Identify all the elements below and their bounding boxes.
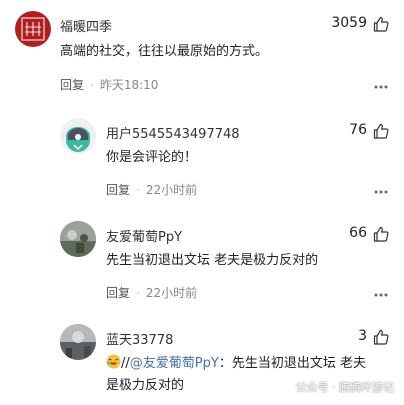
comment-text: 你是会评论的！ xyxy=(106,150,198,165)
reply-button[interactable]: 回复 xyxy=(60,78,84,92)
comment-meta: 回复 · 昨天18:10 xyxy=(60,76,158,93)
comment-author[interactable]: 福暖四季 xyxy=(60,16,112,35)
more-options-icon[interactable] xyxy=(374,293,388,297)
separator-dot: · xyxy=(136,286,140,300)
like-count: 66 xyxy=(349,225,367,241)
comment-time: 22小时前 xyxy=(145,183,198,197)
more-options-icon[interactable] xyxy=(374,85,388,89)
comment-time: 昨天18:10 xyxy=(99,78,159,92)
comment-time: 22小时前 xyxy=(145,286,198,300)
quoted-text-line1: ：先生当初退出文坛 老夫 xyxy=(218,356,366,371)
reply-prefix: // xyxy=(121,356,130,371)
comment-author[interactable]: 用户5545543497748 xyxy=(106,123,240,142)
like-count: 76 xyxy=(349,122,367,138)
thumbs-up-icon[interactable] xyxy=(373,226,389,242)
comment-text: 先生当初退出文坛 老夫是极力反对的 xyxy=(106,253,319,268)
comment-meta: 回复 · 22小时前 xyxy=(106,181,197,198)
like-count: 3 xyxy=(358,328,367,344)
comment-meta: 回复 · 22小时前 xyxy=(106,284,197,301)
reply-button[interactable]: 回复 xyxy=(106,183,130,197)
default-avatar-image xyxy=(60,118,96,154)
thumbs-up-icon[interactable] xyxy=(373,16,389,32)
thumbs-up-icon[interactable] xyxy=(373,329,389,345)
photo-avatar-image xyxy=(60,324,96,360)
comment-author[interactable]: 蓝天33778 xyxy=(106,329,173,348)
mention-link[interactable]: @友爱葡萄PpY xyxy=(130,356,219,371)
avatar[interactable] xyxy=(15,11,51,47)
reply-button[interactable]: 回复 xyxy=(106,286,130,300)
more-options-icon[interactable] xyxy=(374,190,388,194)
separator-dot: · xyxy=(90,78,94,92)
avatar[interactable] xyxy=(60,324,96,360)
avatar[interactable] xyxy=(60,221,96,257)
watermark: 公众号 · 腾腾环游记 xyxy=(295,381,395,394)
thumbs-up-icon[interactable] xyxy=(373,123,389,139)
photo-avatar-image xyxy=(60,221,96,257)
seal-avatar-image xyxy=(21,17,45,41)
like-count: 3059 xyxy=(331,15,367,31)
laughing-emoji-icon xyxy=(106,354,121,369)
quoted-text-line2: 是极力反对的 xyxy=(106,378,185,393)
comment-text: 高端的社交，往往以最原始的方式。 xyxy=(60,44,269,59)
separator-dot: · xyxy=(136,183,140,197)
comment-author[interactable]: 友爱葡萄PpY xyxy=(106,226,182,245)
avatar[interactable] xyxy=(60,118,96,154)
